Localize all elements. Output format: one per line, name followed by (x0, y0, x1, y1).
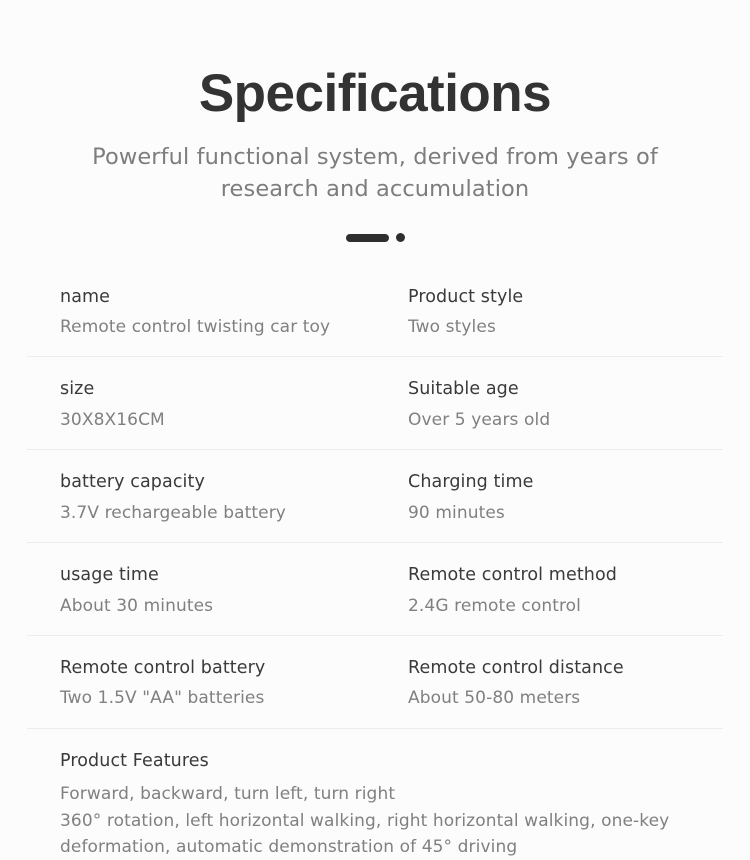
spec-label: Remote control method (408, 565, 617, 586)
spec-cell-left: size 30X8X16CM (27, 377, 375, 433)
product-features-line: deformation, automatic demonstration of … (60, 836, 518, 857)
table-row: usage time About 30 minutes Remote contr… (27, 542, 723, 635)
product-features-line: Forward, backward, turn left, turn right (60, 784, 396, 805)
spec-label: Suitable age (408, 379, 519, 400)
spec-value: 3.7V rechargeable battery (60, 502, 286, 523)
spec-value: 2.4G remote control (408, 595, 582, 616)
spec-cell-right: Remote control method 2.4G remote contro… (375, 563, 723, 619)
spec-cell-left: name Remote control twisting car toy (27, 285, 375, 341)
spec-cell-right: Charging time 90 minutes (375, 470, 723, 526)
product-features-section: Product Features Forward, backward, turn… (27, 727, 723, 860)
table-row: name Remote control twisting car toy Pro… (27, 271, 723, 357)
spec-value: Remote control twisting car toy (60, 316, 331, 337)
table-row: size 30X8X16CM Suitable age Over 5 years… (27, 356, 723, 449)
spec-cell-left: usage time About 30 minutes (27, 563, 375, 619)
spec-value: Over 5 years old (408, 409, 551, 430)
product-features-body: Forward, backward, turn left, turn right… (60, 781, 723, 860)
table-row: battery capacity 3.7V rechargeable batte… (27, 449, 723, 542)
spec-label: Charging time (408, 472, 534, 493)
spec-value: 90 minutes (408, 502, 505, 523)
spec-cell-left: Remote control battery Two 1.5V "AA" bat… (27, 656, 375, 712)
specifications-table: name Remote control twisting car toy Pro… (27, 271, 723, 860)
spec-label: battery capacity (60, 472, 205, 493)
page-header: Specifications Powerful functional syste… (0, 0, 750, 206)
spec-label: name (60, 286, 111, 307)
spec-cell-right: Remote control distance About 50-80 mete… (375, 656, 723, 712)
section-divider-ornament (345, 232, 405, 244)
spec-cell-right: Product style Two styles (375, 285, 723, 341)
spec-label: size (60, 379, 95, 400)
spec-cell-left: battery capacity 3.7V rechargeable batte… (27, 470, 375, 526)
spec-value: About 30 minutes (60, 595, 214, 616)
spec-value: About 50-80 meters (408, 688, 581, 709)
spec-label: Product style (408, 286, 524, 307)
spec-cell-right: Suitable age Over 5 years old (375, 377, 723, 433)
page-title: Specifications (198, 64, 552, 123)
spec-value: 30X8X16CM (60, 409, 165, 430)
page-subtitle: Powerful functional system, derived from… (92, 143, 658, 202)
divider-bar-icon (345, 233, 389, 242)
spec-label: Remote control battery (60, 658, 266, 679)
spec-label: usage time (60, 565, 159, 586)
divider-dot-icon (395, 233, 405, 243)
product-features-line: 360° rotation, left horizontal walking, … (60, 810, 670, 831)
specifications-page: Specifications Powerful functional syste… (0, 0, 750, 857)
spec-label: Remote control distance (408, 658, 624, 679)
table-row: Remote control battery Two 1.5V "AA" bat… (27, 635, 723, 728)
spec-value: Two 1.5V "AA" batteries (60, 688, 265, 709)
product-features-title: Product Features (60, 750, 209, 771)
spec-value: Two styles (408, 316, 496, 337)
